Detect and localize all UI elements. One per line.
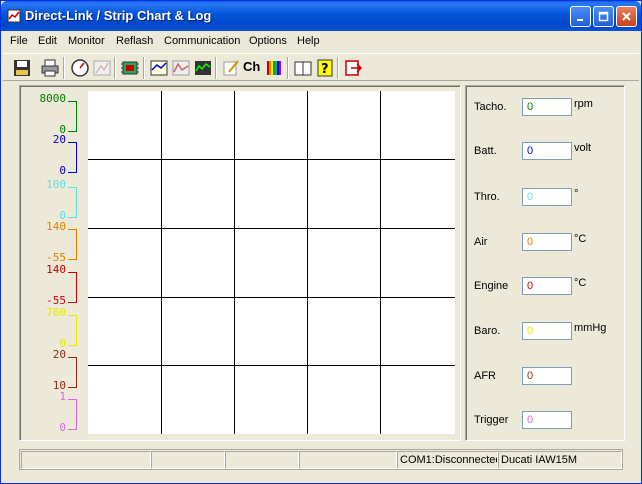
chart-grid [88,91,455,434]
axis-max-label: 140 [46,220,66,233]
menu-monitor[interactable]: Monitor [68,35,105,47]
param-value-field[interactable]: 0 [522,233,572,251]
param-unit: °C [574,277,587,289]
svg-text:?: ? [321,62,329,77]
menu-options[interactable]: Options [249,35,287,47]
gauge-icon[interactable] [70,58,90,78]
color-bars-icon[interactable] [264,58,284,78]
param-value-field[interactable]: 0 [522,98,572,116]
axis-bracket [68,101,77,132]
maximize-icon [598,11,609,22]
app-window: Direct-Link / Strip Chart & Log File Edi… [0,0,642,484]
connection-status: COM1:Disconnected [397,451,498,469]
axis-max-label: 20 [52,133,66,146]
status-cell [151,451,225,469]
minimize-icon [577,19,583,21]
param-unit: rpm [574,98,593,110]
help-icon[interactable]: ? [315,58,335,78]
axis-bracket [68,357,77,388]
parameter-panel [465,85,625,441]
axis-max-label: 100 [46,178,66,191]
param-value-field[interactable]: 0 [522,367,572,385]
axis-min-label: 0 [59,421,66,434]
axis-max-label: 140 [46,263,66,276]
ecu-model: Ducati IAW15M [498,451,622,469]
param-label: Tacho. [474,101,507,113]
param-label: Engine [474,280,509,292]
chart-disabled-icon[interactable] [92,58,112,78]
param-unit: mmHg [574,322,607,334]
toolbar: Ch ? [3,53,639,81]
exit-icon[interactable] [343,58,363,78]
edit-log-icon[interactable] [221,58,241,78]
menu-bar: File Edit Monitor Reflash Communication … [3,32,639,51]
print-icon[interactable] [40,58,60,78]
title-bar[interactable]: Direct-Link / Strip Chart & Log [1,1,641,31]
close-button[interactable] [616,6,637,27]
chip-icon[interactable] [120,58,140,78]
axis-min-label: 0 [59,164,66,177]
scope-icon[interactable] [193,58,213,78]
book-icon[interactable] [293,58,313,78]
param-label: Air [474,236,488,248]
param-value-field[interactable]: 0 [522,322,572,340]
param-value-field[interactable]: 0 [522,188,572,206]
save-icon[interactable] [12,58,32,78]
strip-chart-plot[interactable] [88,91,455,434]
maximize-button[interactable] [593,6,614,27]
menu-help[interactable]: Help [297,35,320,47]
axis-bracket [68,142,77,173]
param-value-field[interactable]: 0 [522,142,572,160]
menu-reflash[interactable]: Reflash [116,35,153,47]
param-unit: volt [574,142,592,154]
app-icon [7,9,21,23]
menu-communication[interactable]: Communication [164,35,240,47]
param-label: Batt. [474,145,497,157]
status-cell [21,451,151,469]
axis-max-label: 1 [59,390,66,403]
axis-max-label: 20 [52,348,66,361]
axis-bracket [68,399,77,430]
strip-chart-2-icon[interactable] [171,58,191,78]
param-label: Baro. [474,325,501,337]
close-icon [622,12,631,21]
menu-file[interactable]: File [10,35,28,47]
window-title: Direct-Link / Strip Chart & Log [25,8,212,23]
axis-bracket [68,229,77,260]
param-value-field[interactable]: 0 [522,277,572,295]
param-unit: ° [574,188,579,200]
status-cell [299,451,397,469]
param-label: Thro. [474,191,500,203]
param-label: AFR [474,370,496,382]
axis-bracket [68,272,77,303]
param-value-field[interactable]: 0 [522,411,572,429]
param-unit: °C [574,233,587,245]
strip-chart-icon[interactable] [149,58,169,78]
status-cell [225,451,299,469]
param-label: Trigger [474,414,509,426]
axis-bracket [68,315,77,346]
axis-max-label: 780 [46,306,66,319]
status-bar: COM1:Disconnected Ducati IAW15M [19,449,623,470]
menu-edit[interactable]: Edit [38,35,57,47]
minimize-button[interactable] [570,6,591,27]
axis-bracket [68,187,77,218]
axis-max-label: 8000 [39,92,67,105]
channel-button[interactable]: Ch [243,59,263,79]
